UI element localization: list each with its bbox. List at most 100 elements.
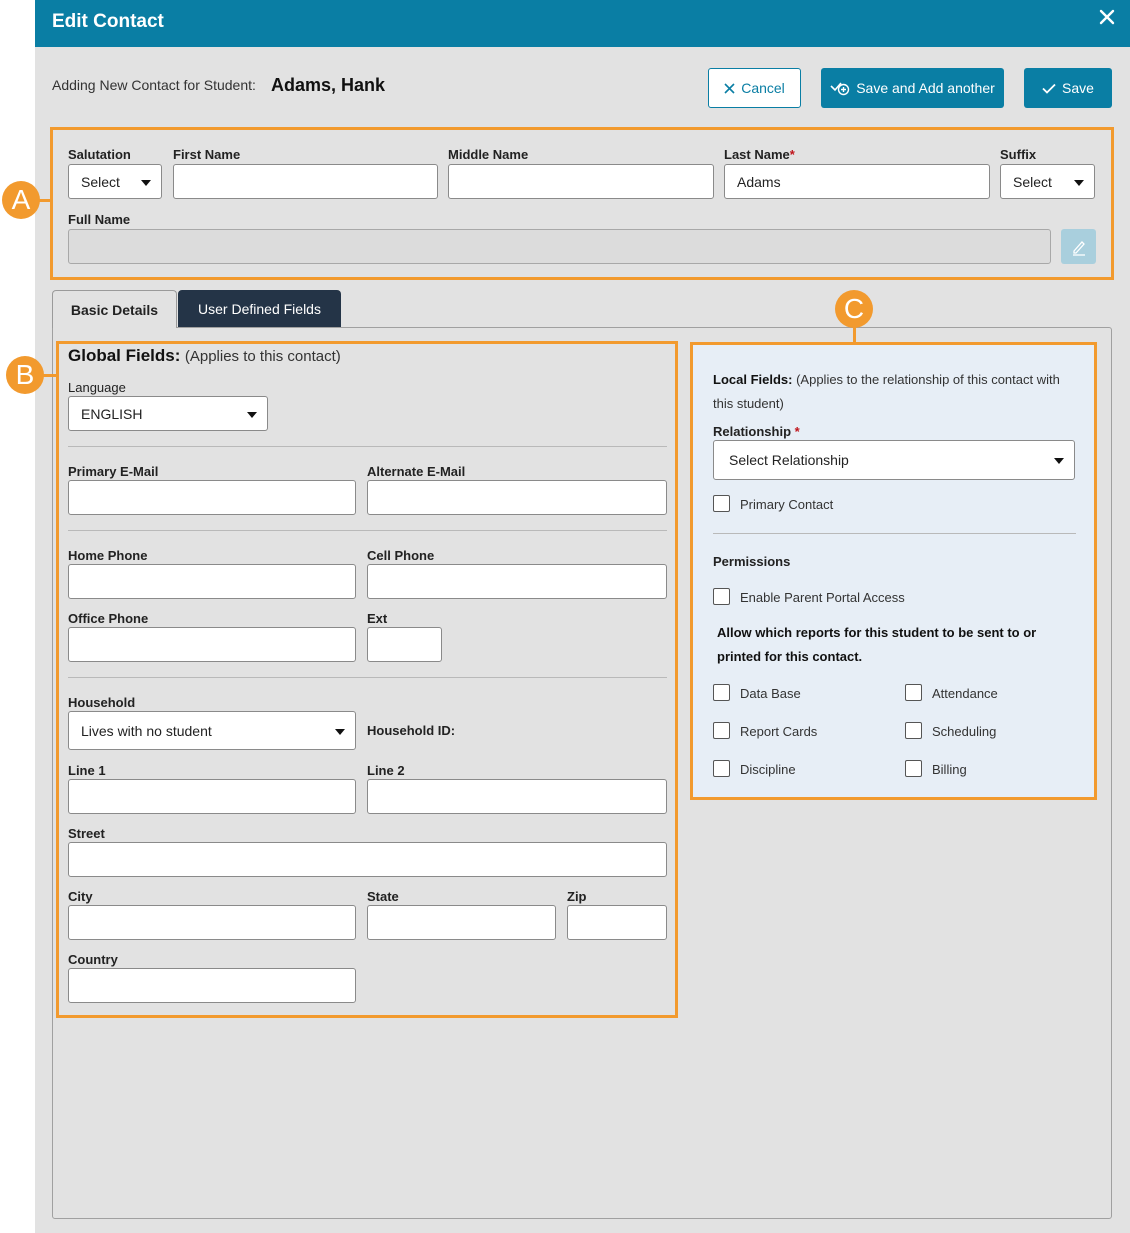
office-phone-input[interactable] xyxy=(68,627,356,662)
cancel-button[interactable]: Cancel xyxy=(708,68,801,108)
country-label: Country xyxy=(68,952,118,967)
report-attendance-checkbox[interactable] xyxy=(905,684,922,701)
relationship-select[interactable]: Select Relationship xyxy=(713,440,1075,480)
required-marker: * xyxy=(789,147,795,162)
x-icon xyxy=(724,82,735,94)
divider xyxy=(68,446,667,447)
divider xyxy=(68,530,667,531)
salutation-select[interactable]: Select xyxy=(68,164,162,199)
first-name-label: First Name xyxy=(173,147,241,162)
report-data-base-checkbox[interactable] xyxy=(713,684,730,701)
relationship-label: Relationship * xyxy=(713,424,800,439)
suffix-select[interactable]: Select xyxy=(1000,164,1095,199)
middle-name-input[interactable] xyxy=(448,164,714,199)
chevron-down-icon xyxy=(1054,458,1064,464)
report-attendance-label: Attendance xyxy=(932,686,998,701)
report-data-base-label: Data Base xyxy=(740,686,801,701)
chevron-down-icon xyxy=(335,728,345,735)
language-value: ENGLISH xyxy=(81,405,143,422)
household-label: Household xyxy=(68,695,136,710)
chevron-down-icon xyxy=(1074,179,1084,186)
local-fields-subtitle-1: (Applies to the relationship of this con… xyxy=(796,372,1060,387)
global-fields-subtitle: (Applies to this contact) xyxy=(184,348,341,365)
divider xyxy=(713,533,1076,534)
permissions-label: Permissions xyxy=(713,554,791,569)
dialog-title: Edit Contact xyxy=(52,11,164,32)
line1-input[interactable] xyxy=(68,779,356,814)
cell-phone-label: Cell Phone xyxy=(367,548,435,563)
street-label: Street xyxy=(68,826,105,841)
city-input[interactable] xyxy=(68,905,356,940)
primary-email-label: Primary E-Mail xyxy=(68,464,159,479)
relationship-value: Select Relationship xyxy=(729,452,849,468)
ext-input[interactable] xyxy=(367,627,442,662)
home-phone-input[interactable] xyxy=(68,564,356,599)
household-id-label: Household ID: xyxy=(367,723,456,738)
alternate-email-label: Alternate E-Mail xyxy=(367,464,466,479)
tab-basic-details[interactable]: Basic Details xyxy=(52,290,177,328)
callout-c-connector xyxy=(853,327,856,343)
edit-contact-dialog: Edit Contact Adding New Contact for Stud… xyxy=(35,0,1130,1233)
local-fields-subtitle-2: this student) xyxy=(713,396,784,411)
callout-b-connector xyxy=(42,374,58,377)
relationship-label-text: Relationship xyxy=(713,424,792,439)
line2-label: Line 2 xyxy=(367,763,405,778)
close-icon[interactable] xyxy=(1098,8,1116,26)
suffix-value: Select xyxy=(1013,173,1052,190)
global-fields-heading: Global Fields: (Applies to this contact) xyxy=(68,346,341,366)
parent-portal-checkbox[interactable] xyxy=(713,588,730,605)
full-name-input xyxy=(68,229,1051,264)
student-name: Adams, Hank xyxy=(271,75,386,95)
reports-instruction-line-2: printed for this contact. xyxy=(717,649,863,664)
line2-input[interactable] xyxy=(367,779,667,814)
report-scheduling-checkbox[interactable] xyxy=(905,722,922,739)
cancel-label: Cancel xyxy=(741,80,785,96)
state-input[interactable] xyxy=(367,905,556,940)
edit-full-name-button[interactable] xyxy=(1061,229,1096,264)
dialog-titlebar: Edit Contact xyxy=(35,0,1130,47)
salutation-value: Select xyxy=(81,173,120,190)
reports-instruction-line-1: Allow which reports for this student to … xyxy=(717,625,1037,640)
last-name-input[interactable]: Adams xyxy=(724,164,990,199)
tab-user-defined-fields[interactable]: User Defined Fields xyxy=(178,290,341,328)
cell-phone-input[interactable] xyxy=(367,564,667,599)
local-fields-heading: Local Fields: (Applies to the relationsh… xyxy=(713,368,1083,416)
report-billing-checkbox[interactable] xyxy=(905,760,922,777)
last-name-label-text: Last Name xyxy=(724,147,790,162)
report-discipline-checkbox[interactable] xyxy=(713,760,730,777)
street-input[interactable] xyxy=(68,842,667,877)
household-select[interactable]: Lives with no student xyxy=(68,711,356,750)
office-phone-label: Office Phone xyxy=(68,611,149,626)
report-report-cards-checkbox[interactable] xyxy=(713,722,730,739)
parent-portal-label: Enable Parent Portal Access xyxy=(740,590,905,605)
save-button[interactable]: Save xyxy=(1024,68,1112,108)
report-scheduling-label: Scheduling xyxy=(932,724,997,739)
language-label: Language xyxy=(68,380,126,395)
callout-b: B xyxy=(6,356,44,394)
save-and-add-another-button[interactable]: Save and Add another xyxy=(821,68,1004,108)
middle-name-label: Middle Name xyxy=(448,147,529,162)
city-label: City xyxy=(68,889,93,904)
save-label: Save xyxy=(1062,80,1094,96)
adding-contact-label: Adding New Contact for Student: xyxy=(52,77,256,93)
suffix-label: Suffix xyxy=(1000,147,1037,162)
primary-email-input[interactable] xyxy=(68,480,356,515)
zip-label: Zip xyxy=(567,889,587,904)
salutation-label: Salutation xyxy=(68,147,131,162)
ext-label: Ext xyxy=(367,611,388,626)
save-and-add-label: Save and Add another xyxy=(856,80,995,96)
last-name-label: Last Name* xyxy=(724,147,795,162)
report-report-cards-label: Report Cards xyxy=(740,724,818,739)
country-input[interactable] xyxy=(68,968,356,1003)
global-fields-title: Global Fields: xyxy=(68,346,181,365)
household-value: Lives with no student xyxy=(81,722,212,739)
chevron-down-icon xyxy=(247,411,257,418)
zip-input[interactable] xyxy=(567,905,667,940)
chevron-down-icon xyxy=(141,179,151,186)
language-select[interactable]: ENGLISH xyxy=(68,396,268,431)
alternate-email-input[interactable] xyxy=(367,480,667,515)
callout-c: C xyxy=(835,290,873,328)
first-name-input[interactable] xyxy=(173,164,438,199)
primary-contact-checkbox[interactable] xyxy=(713,495,730,512)
state-label: State xyxy=(367,889,399,904)
